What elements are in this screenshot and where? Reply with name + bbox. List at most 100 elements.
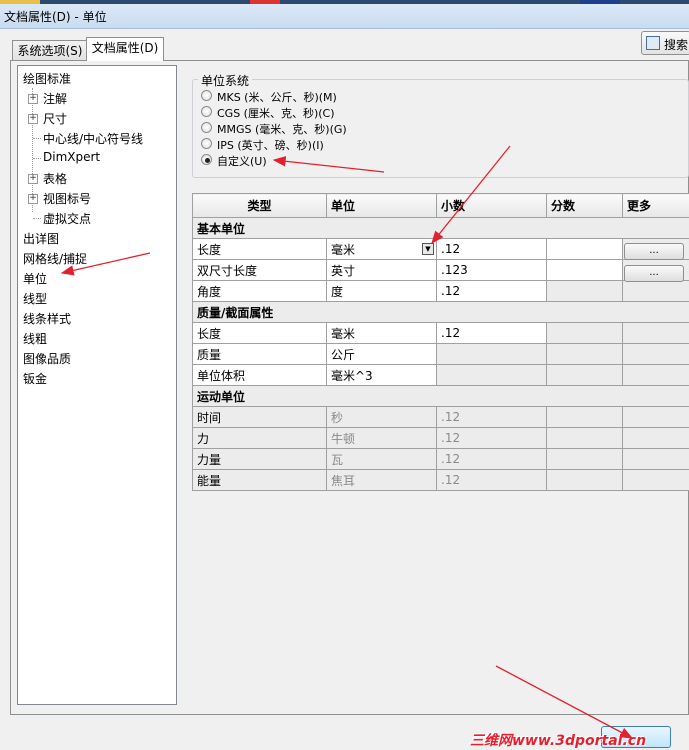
cell-decimal xyxy=(436,343,547,365)
cell-more xyxy=(622,280,689,302)
tree-item-detailing[interactable]: 出详图 xyxy=(23,230,59,247)
expand-icon[interactable]: + xyxy=(28,174,38,184)
search-label: 搜索 xyxy=(664,38,689,52)
tree-item-line-thickness[interactable]: 线粗 xyxy=(23,330,47,347)
cell-unit[interactable]: 度 xyxy=(326,280,437,302)
cell-type: 质量 xyxy=(192,343,327,365)
radio-label: 自定义(U) xyxy=(217,155,267,168)
expand-icon[interactable]: + xyxy=(28,94,38,104)
radio-circle[interactable] xyxy=(201,90,212,101)
cell-fraction xyxy=(546,280,623,302)
tree-item-dimensions[interactable]: 尺寸 xyxy=(43,110,67,127)
more-button-length[interactable]: ... xyxy=(624,243,684,260)
cell-decimal[interactable]: .12 xyxy=(436,322,547,344)
radio-cgs[interactable]: CGS (厘米、克、秒)(C) xyxy=(201,104,381,120)
unit-system-label: 单位系统 xyxy=(198,72,253,89)
tab-document-properties[interactable]: 文档属性(D) xyxy=(86,37,164,61)
table-row: 长度 毫米 .12 xyxy=(192,238,689,260)
cell-decimal[interactable]: .12 xyxy=(436,238,547,260)
cell-unit[interactable]: 毫米^3 xyxy=(326,364,437,386)
cell-type: 力 xyxy=(192,427,327,449)
col-header-type: 类型 xyxy=(192,193,327,218)
table-row: 单位体积 毫米^3 xyxy=(192,364,689,386)
radio-circle[interactable] xyxy=(201,106,212,117)
section-row: 运动单位 xyxy=(192,385,689,407)
cell-fraction xyxy=(546,343,623,365)
radio-circle[interactable] xyxy=(201,138,212,149)
cell-more xyxy=(622,448,689,470)
radio-ips[interactable]: IPS (英寸、磅、秒)(I) xyxy=(201,136,381,152)
expand-icon[interactable]: + xyxy=(28,114,38,124)
cell-type: 能量 xyxy=(192,469,327,491)
tree-item-centerlines[interactable]: 中心线/中心符号线 xyxy=(43,130,143,147)
cell-unit[interactable]: 英寸 xyxy=(326,259,437,281)
cell-fraction[interactable] xyxy=(546,259,623,281)
table-row: 时间 秒 .12 xyxy=(192,406,689,428)
tree-item-annotations[interactable]: 注解 xyxy=(43,90,67,107)
radio-selected-dot xyxy=(205,158,210,163)
col-header-decimal: 小数 xyxy=(436,193,547,218)
table-row: 质量 公斤 xyxy=(192,343,689,365)
tree-item-sheet-metal[interactable]: 钣金 xyxy=(23,370,47,387)
cell-type: 角度 xyxy=(192,280,327,302)
tree-item-tables[interactable]: 表格 xyxy=(43,170,67,187)
watermark: 三维网www.3dportal.cn xyxy=(470,733,647,749)
cell-unit[interactable]: 毫米 xyxy=(326,322,437,344)
tree-item-view-labels[interactable]: 视图标号 xyxy=(43,190,91,207)
table-row: 双尺寸长度 英寸 .123 xyxy=(192,259,689,281)
radio-label: MMGS (毫米、克、秒)(G) xyxy=(217,123,347,136)
cell-decimal[interactable]: .12 xyxy=(436,280,547,302)
search-icon xyxy=(646,36,660,50)
cell-more xyxy=(622,364,689,386)
section-title: 基本单位 xyxy=(192,217,689,239)
section-title: 质量/截面属性 xyxy=(192,301,689,323)
cell-type: 双尺寸长度 xyxy=(192,259,327,281)
cell-unit[interactable]: 公斤 xyxy=(326,343,437,365)
cell-fraction xyxy=(546,322,623,344)
section-row: 基本单位 xyxy=(192,217,689,239)
radio-custom[interactable]: 自定义(U) xyxy=(201,152,381,168)
cell-more xyxy=(622,427,689,449)
tree-item-dimxpert[interactable]: DimXpert xyxy=(43,150,100,164)
table-row: 力 牛顿 .12 xyxy=(192,427,689,449)
tree-item-units[interactable]: 单位 xyxy=(23,270,47,287)
cell-fraction[interactable] xyxy=(546,238,623,260)
search-button[interactable]: 搜索 xyxy=(641,31,689,55)
radio-circle[interactable] xyxy=(201,154,212,165)
cell-unit: 秒 xyxy=(326,406,437,428)
tree-item-grid-snap[interactable]: 网格线/捕捉 xyxy=(23,250,87,267)
tree-item-line-style[interactable]: 线条样式 xyxy=(23,310,71,327)
col-header-more: 更多 xyxy=(622,193,689,218)
expand-icon[interactable]: + xyxy=(28,194,38,204)
tree-item-image-quality[interactable]: 图像品质 xyxy=(23,350,71,367)
cell-decimal xyxy=(436,364,547,386)
tree-connector xyxy=(33,138,41,139)
cell-unit: 瓦 xyxy=(326,448,437,470)
table-row: 能量 焦耳 .12 xyxy=(192,469,689,491)
cell-fraction xyxy=(546,448,623,470)
tree-item-virtual-sharps[interactable]: 虚拟交点 xyxy=(43,210,91,227)
table-header-row: 类型 单位 小数 分数 更多 xyxy=(192,193,689,218)
tree-item-drafting-standard[interactable]: 绘图标准 xyxy=(23,70,71,87)
units-table: 类型 单位 小数 分数 更多 基本单位 长度 毫米 .12 双尺寸长度 英寸 .… xyxy=(192,193,689,491)
table-row: 长度 毫米 .12 xyxy=(192,322,689,344)
cell-unit-dropdown[interactable]: 毫米 xyxy=(326,238,437,260)
section-row: 质量/截面属性 xyxy=(192,301,689,323)
chevron-down-icon[interactable]: ▼ xyxy=(422,243,434,255)
cell-unit: 焦耳 xyxy=(326,469,437,491)
radio-label: MKS (米、公斤、秒)(M) xyxy=(217,91,337,104)
radio-mks[interactable]: MKS (米、公斤、秒)(M) xyxy=(201,88,381,104)
section-title: 运动单位 xyxy=(192,385,689,407)
cell-decimal[interactable]: .123 xyxy=(436,259,547,281)
tree-connector xyxy=(33,218,41,219)
col-header-fraction: 分数 xyxy=(546,193,623,218)
radio-circle[interactable] xyxy=(201,122,212,133)
tree-item-line-font[interactable]: 线型 xyxy=(23,290,47,307)
cell-decimal: .12 xyxy=(436,469,547,491)
radio-mmgs[interactable]: MMGS (毫米、克、秒)(G) xyxy=(201,120,381,136)
cell-decimal: .12 xyxy=(436,406,547,428)
tab-system-options[interactable]: 系统选项(S) xyxy=(12,40,88,61)
cell-type: 力量 xyxy=(192,448,327,470)
cell-fraction xyxy=(546,469,623,491)
more-button-dual-length[interactable]: ... xyxy=(624,265,684,282)
